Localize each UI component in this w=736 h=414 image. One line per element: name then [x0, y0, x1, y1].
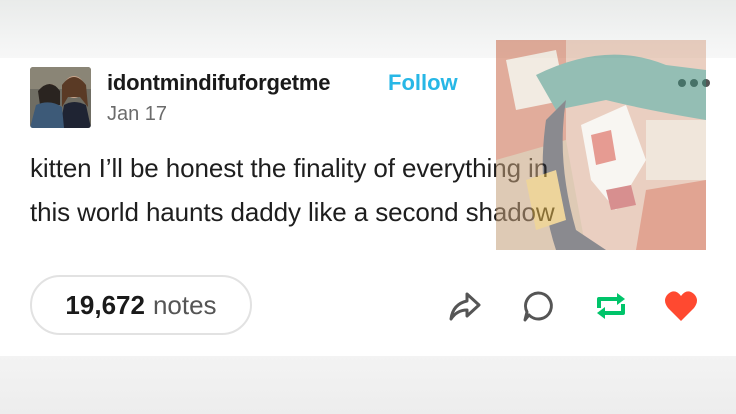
bottom-background-band: [0, 356, 736, 414]
reblog-icon[interactable]: [593, 288, 629, 324]
post-text-line: kitten I’ll be honest the finality of ev…: [30, 153, 549, 183]
top-background-band: [0, 0, 736, 58]
follow-button[interactable]: Follow: [388, 70, 458, 96]
avatar[interactable]: [30, 67, 91, 128]
reply-icon[interactable]: [520, 288, 556, 324]
username[interactable]: idontmindifuforgetme: [107, 70, 331, 96]
notes-label: notes: [152, 289, 217, 320]
post-date[interactable]: Jan 17: [107, 103, 167, 126]
post-body: kitten I’ll be honest the finality of ev…: [30, 146, 690, 234]
heart-icon[interactable]: [663, 288, 699, 324]
more-options-icon[interactable]: [677, 78, 711, 88]
notes-button[interactable]: 19,672 notes: [30, 275, 252, 335]
post-text-line: this world haunts daddy like a second sh…: [30, 197, 555, 227]
notes-count: 19,672: [65, 289, 145, 320]
share-icon[interactable]: [447, 288, 483, 324]
